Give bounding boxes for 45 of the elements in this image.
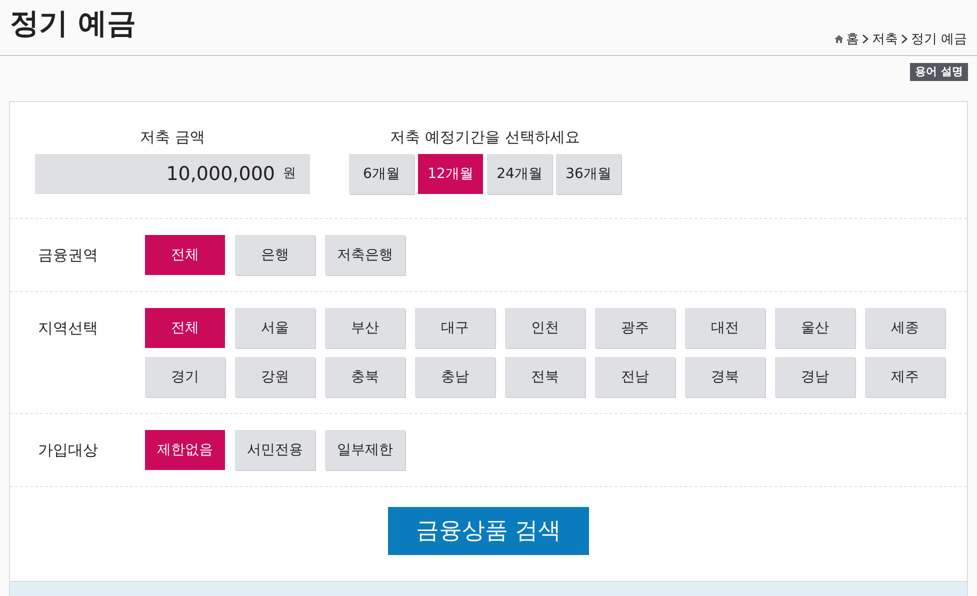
home-icon xyxy=(834,34,844,44)
option-button[interactable]: 인천 xyxy=(505,308,585,348)
option-button[interactable]: 24개월 xyxy=(487,154,552,194)
breadcrumb-link[interactable]: 저축 xyxy=(872,30,898,49)
option-button[interactable]: 경북 xyxy=(685,357,765,397)
page-title: 정기 예금 xyxy=(10,4,136,42)
amount-label: 저축 금액 xyxy=(140,127,205,146)
option-button[interactable]: 서울 xyxy=(235,308,315,348)
option-button[interactable]: 전체 xyxy=(145,308,225,348)
option-button[interactable]: 광주 xyxy=(595,308,675,348)
glossary-button[interactable]: 용어 설명 xyxy=(910,63,968,81)
option-button[interactable]: 충북 xyxy=(325,357,405,397)
amount-unit: 원 xyxy=(283,165,296,184)
option-button[interactable]: 울산 xyxy=(775,308,855,348)
option-button[interactable]: 부산 xyxy=(325,308,405,348)
breadcrumb-link[interactable]: 홈 xyxy=(846,30,859,49)
option-button[interactable]: 6개월 xyxy=(349,154,414,194)
amount-field[interactable]: 10,000,000 원 xyxy=(35,154,310,194)
option-button[interactable]: 강원 xyxy=(235,357,315,397)
option-button[interactable]: 전체 xyxy=(145,235,225,275)
filter-label: 가입대상 xyxy=(37,440,99,461)
option-button[interactable]: 세종 xyxy=(865,308,945,348)
filter-label: 지역선택 xyxy=(37,318,99,339)
option-button[interactable]: 제한없음 xyxy=(145,430,225,470)
search-button[interactable]: 금융상품 검색 xyxy=(388,507,589,555)
chevron-right-icon xyxy=(900,34,908,44)
option-button[interactable]: 충남 xyxy=(415,357,495,397)
option-button[interactable]: 전북 xyxy=(505,357,585,397)
option-button[interactable]: 36개월 xyxy=(556,154,621,194)
period-label: 저축 예정기간을 선택하세요 xyxy=(390,127,580,146)
option-button[interactable]: 은행 xyxy=(235,235,315,275)
option-button[interactable]: 12개월 xyxy=(418,154,483,194)
chevron-right-icon xyxy=(862,34,869,44)
option-button[interactable]: 대구 xyxy=(415,308,495,348)
option-button[interactable]: 일부제한 xyxy=(325,430,405,470)
option-button[interactable]: 대전 xyxy=(685,308,765,348)
option-button[interactable]: 제주 xyxy=(865,357,945,397)
option-button[interactable]: 서민전용 xyxy=(235,430,315,470)
amount-value: 10,000,000 xyxy=(166,162,275,187)
option-button[interactable]: 전남 xyxy=(595,357,675,397)
filter-label: 금융권역 xyxy=(37,244,99,266)
option-button[interactable]: 저축은행 xyxy=(325,235,405,275)
option-button[interactable]: 경기 xyxy=(145,357,225,397)
breadcrumb-link[interactable]: 정기 예금 xyxy=(910,30,967,49)
option-button[interactable]: 경남 xyxy=(775,357,855,397)
